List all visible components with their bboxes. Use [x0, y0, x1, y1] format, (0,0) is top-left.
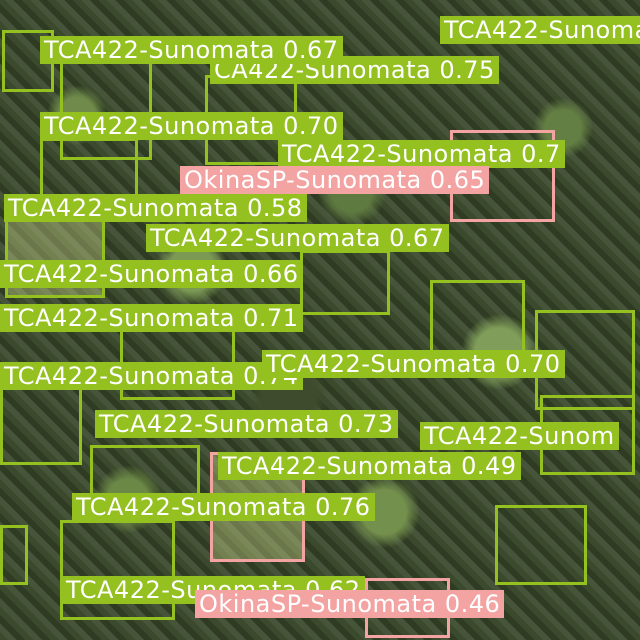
detection-label: TCA422-Sunomata 0.7: [278, 140, 565, 168]
detection-box: [0, 385, 82, 465]
detection-image: TCA422-Sunomata 0.77 CA422-Sunomata 0.75…: [0, 0, 640, 640]
detection-label: TCA422-Sunomata 0.70: [40, 112, 343, 140]
detection-label: TCA422-Sunomata 0.74: [0, 362, 303, 390]
detection-label: OkinaSP-Sunomata 0.46: [195, 590, 505, 618]
detection-label: TCA422-Sunomata 0.70: [262, 350, 565, 378]
detection-box: [0, 525, 28, 585]
detection-box: [430, 280, 525, 360]
detection-label: TCA422-Sunom: [420, 422, 619, 450]
detection-label: OkinaSP-Sunomata 0.65: [180, 166, 490, 194]
detection-label: TCA422-Sunomata 0.67: [146, 224, 449, 252]
detection-label: TCA422-Sunomata 0.73: [95, 410, 398, 438]
detection-label: TCA422-Sunomata 0.66: [0, 260, 303, 288]
detection-box: [60, 520, 175, 620]
detection-label: TCA422-Sunomata 0.49: [218, 452, 521, 480]
detection-box: [300, 250, 390, 315]
detection-box: [495, 505, 587, 585]
detection-label: TCA422-Sunomata 0.76: [72, 493, 375, 521]
detection-label: TCA422-Sunomata 0.71: [0, 304, 303, 332]
detection-label: TCA422-Sunomata 0.77: [440, 16, 640, 44]
detection-label: TCA422-Sunomata 0.67: [40, 36, 343, 64]
detection-label: TCA422-Sunomata 0.58: [4, 194, 307, 222]
